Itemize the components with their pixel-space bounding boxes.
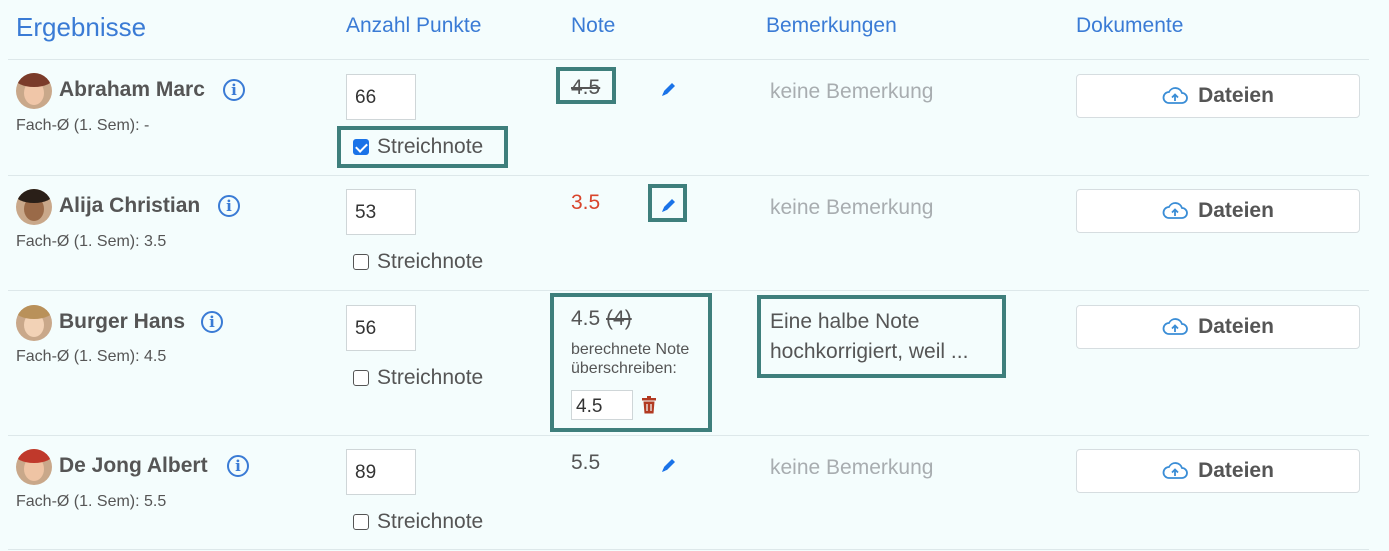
student-name[interactable]: Abraham Marc: [59, 78, 205, 102]
cloud-upload-icon: [1162, 87, 1188, 104]
student-name[interactable]: De Jong Albert: [59, 454, 208, 478]
streichnote-label: Streichnote: [377, 250, 484, 273]
files-button[interactable]: Dateien: [1076, 74, 1360, 118]
highlight-box: [550, 293, 712, 432]
cloud-upload-icon: [1162, 318, 1188, 335]
highlight-box: [556, 67, 616, 104]
info-icon[interactable]: i: [223, 79, 245, 101]
remarks-column-header: Bemerkungen: [766, 14, 897, 37]
points-input[interactable]: 89: [346, 449, 416, 495]
streichnote-checkbox[interactable]: Streichnote: [353, 366, 483, 390]
streichnote-checkbox[interactable]: Streichnote: [353, 510, 483, 534]
cloud-upload-icon: [1162, 462, 1188, 479]
avatar: [16, 189, 52, 225]
remark-text[interactable]: keine Bemerkung: [770, 80, 933, 104]
points-input[interactable]: 53: [346, 189, 416, 235]
documents-column-header: Dokumente: [1076, 14, 1184, 37]
points-input[interactable]: 66: [346, 74, 416, 120]
cloud-upload-icon: [1162, 202, 1188, 219]
row-divider: [8, 435, 1369, 436]
streichnote-label: Streichnote: [377, 510, 484, 533]
pencil-icon[interactable]: [660, 80, 678, 98]
highlight-box: [648, 184, 687, 222]
row-divider: [8, 290, 1369, 291]
pencil-icon[interactable]: [660, 456, 678, 474]
row-divider: [8, 175, 1369, 176]
grade-value: 3.5: [571, 191, 601, 214]
semester-average: Fach-Ø (1. Sem): 3.5: [16, 233, 167, 250]
streichnote-checkbox[interactable]: Streichnote: [353, 250, 483, 274]
info-icon[interactable]: i: [201, 311, 223, 333]
checkbox-unchecked-icon[interactable]: [353, 254, 369, 270]
points-input[interactable]: 56: [346, 305, 416, 351]
highlight-box: [757, 295, 1006, 378]
info-icon[interactable]: i: [227, 455, 249, 477]
grade-value: 5.5: [571, 451, 601, 474]
row-divider: [8, 59, 1369, 60]
remark-text[interactable]: keine Bemerkung: [770, 196, 933, 220]
student-name[interactable]: Alija Christian: [59, 194, 200, 218]
avatar: [16, 449, 52, 485]
checkbox-unchecked-icon[interactable]: [353, 370, 369, 386]
semester-average: Fach-Ø (1. Sem): 5.5: [16, 493, 167, 510]
files-button[interactable]: Dateien: [1076, 189, 1360, 233]
remark-text[interactable]: keine Bemerkung: [770, 456, 933, 480]
semester-average: Fach-Ø (1. Sem): 4.5: [16, 348, 167, 365]
files-button[interactable]: Dateien: [1076, 449, 1360, 493]
avatar: [16, 305, 52, 341]
row-divider: [8, 549, 1369, 550]
streichnote-label: Streichnote: [377, 366, 484, 389]
points-column-header: Anzahl Punkte: [346, 14, 482, 37]
semester-average: Fach-Ø (1. Sem): -: [16, 117, 150, 134]
files-button[interactable]: Dateien: [1076, 305, 1360, 349]
checkbox-unchecked-icon[interactable]: [353, 514, 369, 530]
avatar: [16, 73, 52, 109]
grade-column-header: Note: [571, 14, 616, 37]
info-icon[interactable]: i: [218, 195, 240, 217]
results-heading: Ergebnisse: [16, 12, 147, 42]
student-name[interactable]: Burger Hans: [59, 310, 185, 334]
highlight-box: [337, 126, 508, 168]
